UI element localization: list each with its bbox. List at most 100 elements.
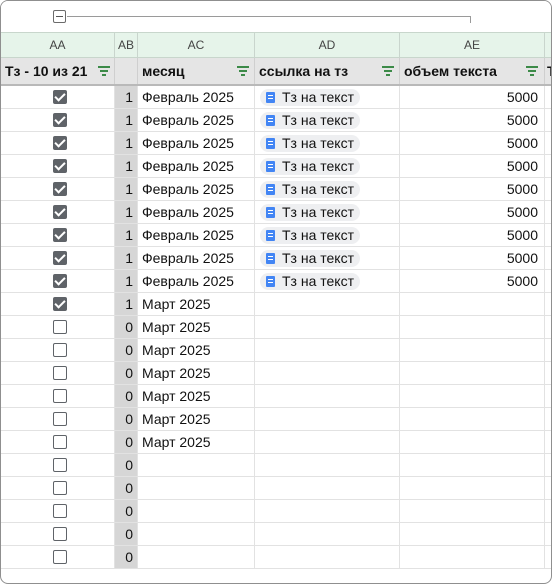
link-cell[interactable] [255,500,400,522]
filter-icon[interactable] [237,65,249,76]
link-cell[interactable]: Тз на текст [255,201,400,223]
checkbox[interactable] [53,251,67,265]
month-cell[interactable]: Февраль 2025 [138,178,255,200]
ab-cell[interactable]: 1 [115,86,138,108]
ab-cell[interactable]: 0 [115,500,138,522]
checkbox[interactable] [53,182,67,196]
link-cell[interactable] [255,546,400,568]
ab-cell[interactable]: 0 [115,431,138,453]
volume-cell[interactable] [400,523,545,545]
volume-cell[interactable]: 5000 [400,270,545,292]
ab-cell[interactable]: 1 [115,293,138,315]
volume-cell[interactable]: 5000 [400,247,545,269]
month-cell[interactable]: Февраль 2025 [138,224,255,246]
volume-cell[interactable]: 5000 [400,155,545,177]
doc-link-chip[interactable]: Тз на текст [260,158,361,175]
volume-cell[interactable] [400,339,545,361]
ab-cell[interactable]: 1 [115,270,138,292]
link-cell[interactable] [255,523,400,545]
month-cell[interactable] [138,454,255,476]
column-header-ae[interactable]: AE [400,33,545,58]
volume-cell[interactable]: 5000 [400,86,545,108]
ab-cell[interactable]: 0 [115,339,138,361]
ab-cell[interactable]: 1 [115,178,138,200]
doc-link-chip[interactable]: Тз на текст [260,89,361,106]
checkbox[interactable] [53,481,67,495]
month-cell[interactable] [138,546,255,568]
column-header-ab[interactable]: AB [115,33,138,58]
volume-cell[interactable]: 5000 [400,109,545,131]
ab-cell[interactable]: 0 [115,316,138,338]
filter-header-ae[interactable]: объем текста [400,58,545,84]
volume-cell[interactable] [400,454,545,476]
volume-cell[interactable] [400,431,545,453]
link-cell[interactable]: Тз на текст [255,247,400,269]
checkbox[interactable] [53,113,67,127]
checkbox[interactable] [53,504,67,518]
checkbox[interactable] [53,136,67,150]
month-cell[interactable]: Февраль 2025 [138,132,255,154]
ab-cell[interactable]: 1 [115,109,138,131]
doc-link-chip[interactable]: Тз на текст [260,227,361,244]
volume-cell[interactable] [400,385,545,407]
link-cell[interactable] [255,293,400,315]
ab-cell[interactable]: 1 [115,201,138,223]
checkbox[interactable] [53,228,67,242]
checkbox[interactable] [53,527,67,541]
link-cell[interactable] [255,339,400,361]
month-cell[interactable]: Март 2025 [138,362,255,384]
month-cell[interactable] [138,523,255,545]
link-cell[interactable]: Тз на текст [255,178,400,200]
checkbox[interactable] [53,159,67,173]
filter-header-ab[interactable] [115,58,138,84]
ab-cell[interactable]: 0 [115,454,138,476]
checkbox[interactable] [53,297,67,311]
doc-link-chip[interactable]: Тз на текст [260,250,361,267]
doc-link-chip[interactable]: Тз на текст [260,204,361,221]
ab-cell[interactable]: 1 [115,155,138,177]
link-cell[interactable] [255,454,400,476]
link-cell[interactable]: Тз на текст [255,132,400,154]
ab-cell[interactable]: 1 [115,224,138,246]
volume-cell[interactable] [400,500,545,522]
checkbox[interactable] [53,274,67,288]
checkbox[interactable] [53,435,67,449]
checkbox[interactable] [53,389,67,403]
link-cell[interactable]: Тз на текст [255,109,400,131]
checkbox[interactable] [53,550,67,564]
link-cell[interactable] [255,316,400,338]
filter-icon[interactable] [98,65,110,76]
filter-icon[interactable] [526,65,538,76]
month-cell[interactable] [138,477,255,499]
checkbox[interactable] [53,366,67,380]
doc-link-chip[interactable]: Тз на текст [260,112,361,129]
month-cell[interactable]: Февраль 2025 [138,86,255,108]
month-cell[interactable]: Март 2025 [138,293,255,315]
month-cell[interactable]: Март 2025 [138,385,255,407]
link-cell[interactable]: Тз на текст [255,270,400,292]
link-cell[interactable] [255,408,400,430]
filter-icon[interactable] [382,65,394,76]
checkbox[interactable] [53,320,67,334]
link-cell[interactable] [255,385,400,407]
checkbox[interactable] [53,458,67,472]
month-cell[interactable]: Март 2025 [138,339,255,361]
link-cell[interactable] [255,431,400,453]
ab-cell[interactable]: 0 [115,523,138,545]
filter-header-ad[interactable]: ссылка на тз [255,58,400,84]
link-cell[interactable]: Тз на текст [255,224,400,246]
month-cell[interactable]: Февраль 2025 [138,247,255,269]
checkbox[interactable] [53,412,67,426]
volume-cell[interactable]: 5000 [400,132,545,154]
checkbox[interactable] [53,90,67,104]
month-cell[interactable] [138,500,255,522]
column-header-ad[interactable]: AD [255,33,400,58]
doc-link-chip[interactable]: Тз на текст [260,273,361,290]
link-cell[interactable]: Тз на текст [255,155,400,177]
filter-header-aa[interactable]: Тз - 10 из 21 [1,58,115,84]
ab-cell[interactable]: 0 [115,362,138,384]
checkbox[interactable] [53,343,67,357]
ab-cell[interactable]: 0 [115,408,138,430]
volume-cell[interactable] [400,546,545,568]
ab-cell[interactable]: 0 [115,546,138,568]
